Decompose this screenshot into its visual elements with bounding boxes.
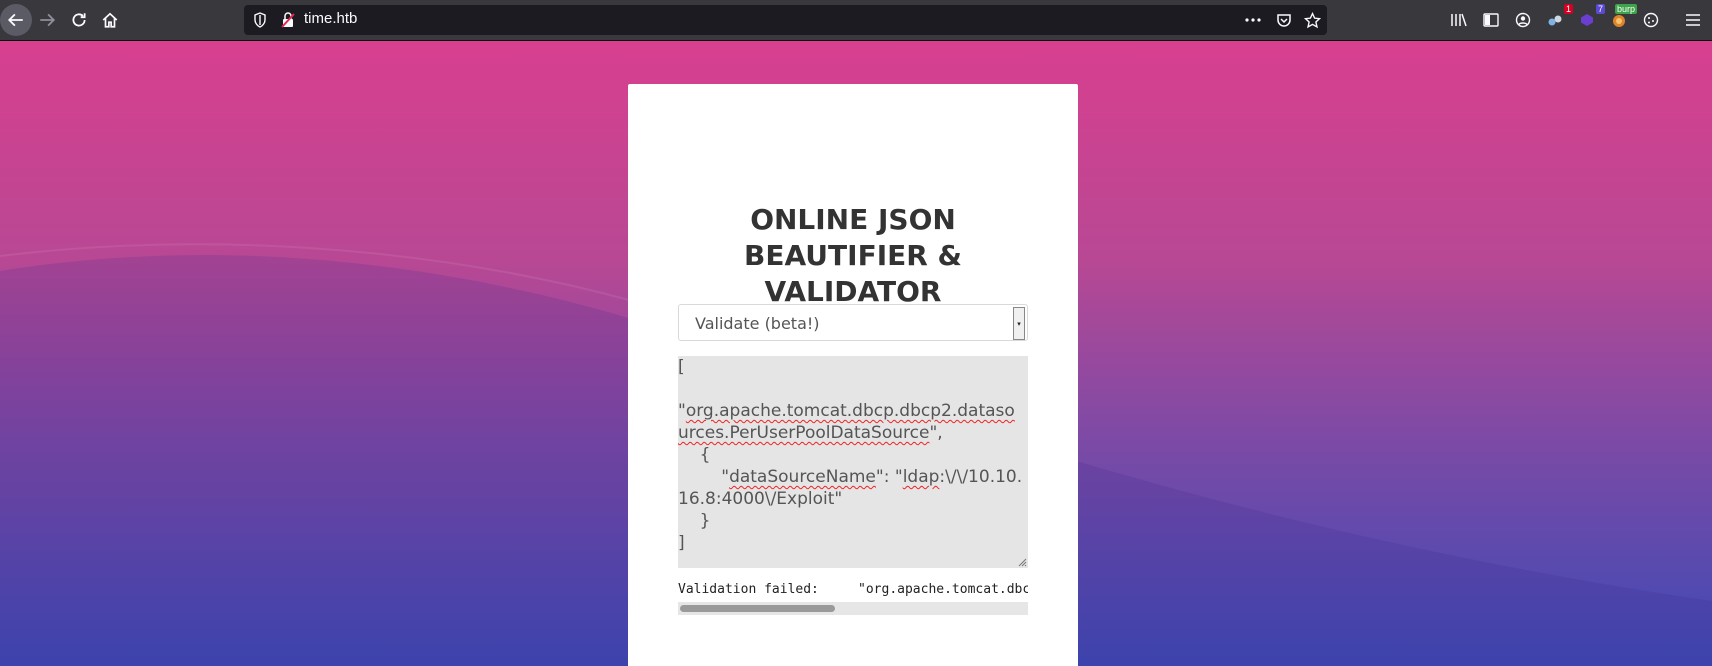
validator-card: ONLINE JSON BEAUTIFIER & VALIDATOR Valid… (628, 84, 1078, 666)
hamburger-menu-icon[interactable] (1682, 9, 1704, 31)
scrollbar-thumb[interactable] (680, 605, 835, 612)
title-line: ONLINE JSON (750, 203, 956, 236)
json-line: } (678, 511, 711, 531)
mode-select[interactable]: Validate (beta!) ▾ (678, 304, 1028, 341)
forward-button[interactable] (31, 4, 63, 36)
sidebar-icon[interactable] (1480, 9, 1502, 31)
browser-toolbar: time.htb 1 7 burp (0, 0, 1712, 41)
extension-cube-icon[interactable]: 7 (1576, 4, 1605, 31)
page-actions-menu-icon[interactable] (1243, 10, 1263, 30)
back-arrow-icon (7, 13, 23, 27)
address-bar[interactable]: time.htb (244, 5, 1327, 35)
burp-proxy-extension-icon[interactable]: burp (1608, 4, 1637, 31)
home-button[interactable] (94, 4, 126, 36)
library-icon[interactable] (1448, 9, 1470, 31)
validation-result: Validation failed: "org.apache.tomcat.db… (678, 582, 1028, 618)
extension-container-icon[interactable]: 1 (1544, 4, 1573, 31)
json-line: ", (929, 423, 943, 443)
insecure-lock-icon[interactable] (280, 11, 296, 29)
extension-badge-label: burp (1614, 4, 1637, 14)
account-icon[interactable] (1512, 9, 1534, 31)
json-line: dataSourceName (729, 467, 876, 487)
bookmark-star-icon[interactable] (1302, 10, 1322, 30)
back-button[interactable] (0, 4, 32, 36)
validation-message: Validation failed: "org.apache.tomcat.db… (678, 582, 1028, 597)
reload-icon (72, 13, 86, 27)
home-icon (102, 12, 118, 28)
url-text[interactable]: time.htb (304, 10, 357, 27)
cookie-extension-icon[interactable] (1640, 9, 1662, 31)
json-line: " (678, 401, 686, 421)
json-line: org.apache.tomcat.dbcp.dbcp2.datasources… (678, 401, 1015, 443)
json-line: " (678, 467, 730, 487)
page-background: ONLINE JSON BEAUTIFIER & VALIDATOR Valid… (0, 41, 1712, 666)
json-line: [ (678, 357, 685, 377)
json-input-textarea[interactable]: [ "org.apache.tomcat.dbcp.dbcp2.datasour… (678, 356, 1028, 568)
extension-badge-count: 7 (1595, 4, 1605, 14)
title-line: BEAUTIFIER & (744, 239, 962, 272)
forward-arrow-icon (40, 13, 56, 27)
json-line: ldap (902, 467, 940, 487)
json-line: { (678, 445, 711, 465)
extension-badge-count: 1 (1563, 4, 1573, 14)
json-line: ] (678, 533, 685, 553)
json-line: ": " (875, 467, 903, 487)
reload-button[interactable] (63, 4, 95, 36)
mode-select-value: Validate (beta!) (695, 314, 820, 333)
page-title: ONLINE JSON BEAUTIFIER & VALIDATOR (628, 202, 1078, 310)
tracking-protection-shield-icon[interactable] (252, 11, 268, 29)
horizontal-scrollbar[interactable] (678, 602, 1028, 615)
pocket-icon[interactable] (1274, 10, 1294, 30)
chevron-down-icon[interactable]: ▾ (1013, 307, 1025, 340)
resize-handle-icon[interactable] (1017, 557, 1027, 567)
